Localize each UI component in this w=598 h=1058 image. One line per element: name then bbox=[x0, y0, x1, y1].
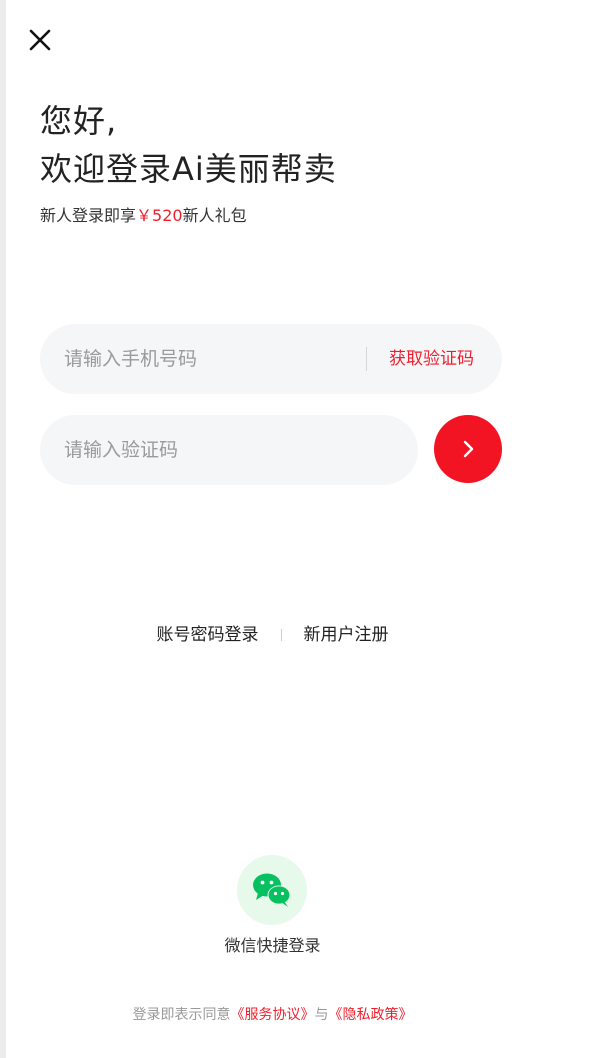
code-field bbox=[40, 415, 418, 485]
field-divider bbox=[366, 347, 367, 371]
agreement-text: 登录即表示同意《服务协议》与《隐私政策》 bbox=[0, 1004, 545, 1026]
code-input[interactable] bbox=[64, 415, 394, 485]
alt-login-links: 账号密码登录 新用户注册 bbox=[0, 620, 545, 650]
welcome-title: 欢迎登录Ai美丽帮卖 bbox=[40, 150, 337, 188]
submit-button[interactable] bbox=[434, 415, 502, 483]
chevron-right-icon bbox=[463, 440, 474, 458]
agreement-connector: 与 bbox=[314, 1007, 329, 1023]
password-login-link[interactable]: 账号密码登录 bbox=[157, 620, 259, 650]
left-edge-strip bbox=[0, 0, 6, 1058]
greeting-title: 您好, bbox=[40, 102, 118, 140]
wechat-login-button[interactable] bbox=[237, 855, 307, 925]
promo-amount: ￥520 bbox=[136, 206, 183, 225]
agreement-prefix: 登录即表示同意 bbox=[132, 1007, 231, 1023]
promo-suffix: 新人礼包 bbox=[182, 206, 247, 225]
register-link[interactable]: 新用户注册 bbox=[304, 620, 389, 650]
link-divider bbox=[280, 629, 282, 641]
promo-text: 新人登录即享￥520新人礼包 bbox=[40, 204, 247, 228]
phone-field: 获取验证码 bbox=[40, 324, 502, 394]
phone-input[interactable] bbox=[64, 324, 364, 394]
wechat-login-label[interactable]: 微信快捷登录 bbox=[0, 934, 545, 958]
login-page: 您好, 欢迎登录Ai美丽帮卖 新人登录即享￥520新人礼包 获取验证码 账号密码… bbox=[0, 0, 598, 1058]
promo-prefix: 新人登录即享 bbox=[40, 206, 137, 225]
close-icon bbox=[29, 29, 51, 51]
service-agreement-link[interactable]: 《服务协议》 bbox=[231, 1007, 315, 1023]
wechat-icon bbox=[253, 873, 291, 907]
get-code-button[interactable]: 获取验证码 bbox=[389, 324, 474, 394]
close-button[interactable] bbox=[26, 26, 56, 56]
privacy-policy-link[interactable]: 《隐私政策》 bbox=[329, 1007, 413, 1023]
